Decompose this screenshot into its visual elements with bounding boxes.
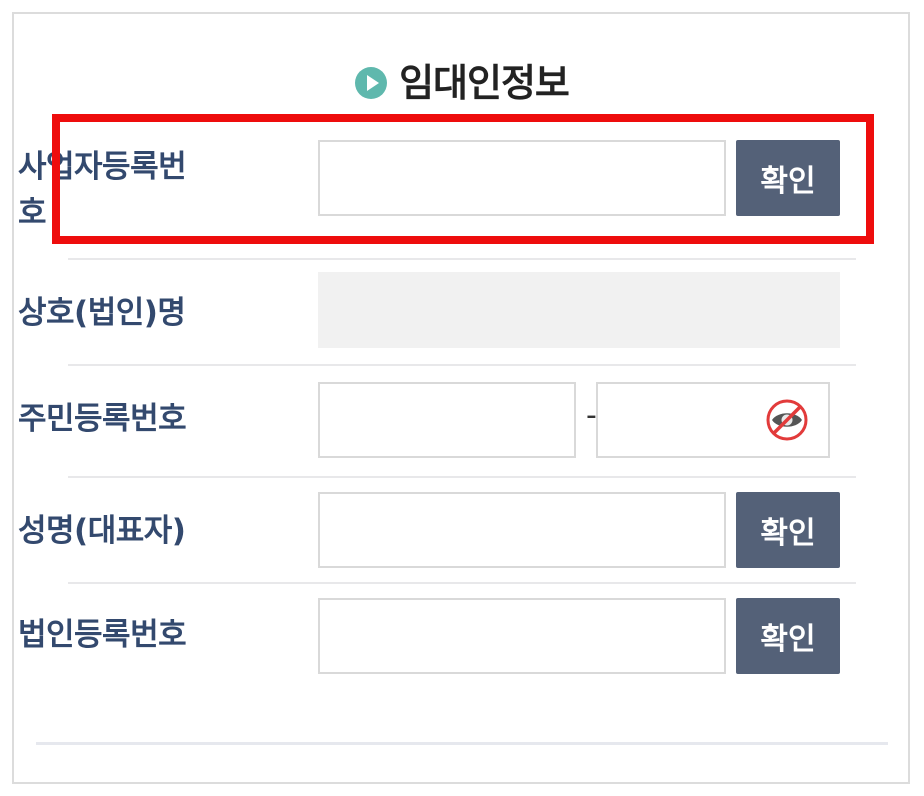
eye-slash-icon[interactable] — [764, 397, 810, 443]
corp-reg-label: 법인등록번호 — [18, 617, 187, 653]
section-header: 임대인정보 — [0, 52, 924, 107]
representative-input[interactable] — [318, 492, 726, 568]
row-divider — [68, 258, 856, 260]
section-title: 임대인정보 — [399, 61, 570, 105]
play-circle-icon — [355, 66, 388, 99]
representative-confirm-button[interactable]: 확인 — [736, 492, 840, 568]
corp-reg-confirm-button[interactable]: 확인 — [736, 598, 840, 674]
resident-reg-label: 주민등록번호 — [18, 401, 187, 437]
highlight-box — [52, 114, 874, 244]
row-divider — [68, 582, 856, 584]
corp-reg-input[interactable] — [318, 598, 726, 674]
company-name-label: 상호(법인)명 — [18, 295, 186, 331]
representative-label: 성명(대표자) — [18, 513, 186, 549]
row-divider — [68, 364, 856, 366]
bottom-divider — [36, 742, 888, 745]
row-divider — [68, 476, 856, 478]
company-name-input — [318, 272, 840, 348]
resident-reg-front-input[interactable] — [318, 382, 576, 458]
